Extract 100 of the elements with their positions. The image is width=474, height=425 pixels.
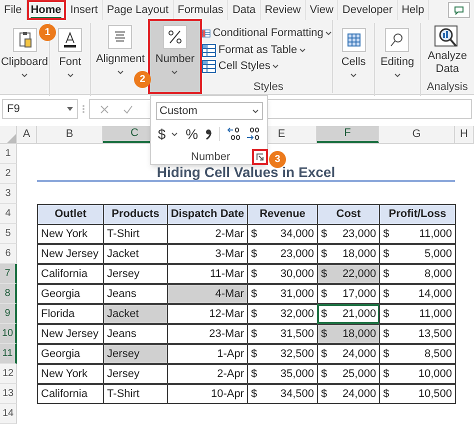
- table-cell: $ 21,000: [316, 304, 380, 324]
- column-heading: Revenue: [247, 204, 318, 225]
- row-header[interactable]: 13: [0, 384, 17, 404]
- table-cell: Jersey: [103, 344, 168, 364]
- decrease-decimal-icon[interactable]: [246, 127, 260, 141]
- comma-icon[interactable]: [205, 128, 212, 140]
- row-header[interactable]: 12: [0, 364, 17, 384]
- format-table-icon: [202, 44, 216, 56]
- number-format-select[interactable]: Custom: [156, 102, 262, 120]
- table-cell: Jeans: [103, 324, 168, 344]
- column-header[interactable]: F: [317, 126, 379, 143]
- analyze-data-button[interactable]: Analyze Data: [425, 25, 470, 76]
- table-cell: $ 34,500: [246, 384, 318, 404]
- row-header[interactable]: 1: [0, 144, 17, 164]
- ribbon-menu-button[interactable]: Format as Table: [202, 42, 332, 58]
- table-cell: Jersey: [103, 364, 168, 384]
- chevron-down-icon: [272, 64, 280, 70]
- row-header[interactable]: 11: [0, 344, 17, 364]
- table-cell: Florida: [37, 304, 104, 324]
- column-heading: Outlet: [37, 204, 104, 225]
- row-header[interactable]: 7: [0, 264, 17, 284]
- table-cell: California: [37, 264, 104, 284]
- chevron-down-icon: [325, 30, 332, 36]
- table-cell: $ 17,000: [316, 284, 380, 304]
- table-cell: $ 11,000: [379, 304, 456, 324]
- column-header[interactable]: A: [17, 126, 37, 143]
- table-cell: 4-Mar: [167, 284, 248, 304]
- grip-icon: [82, 104, 85, 114]
- row-header[interactable]: 14: [0, 404, 17, 424]
- ribbon-group-button[interactable]: Font: [52, 23, 88, 96]
- table-cell: $ 14,000: [379, 284, 456, 304]
- table-cell: $ 5,000: [379, 244, 456, 264]
- launcher-arrow-icon: [256, 153, 264, 161]
- column-heading: Dispatch Date: [167, 204, 248, 225]
- table-cell: 23-Mar: [167, 324, 248, 344]
- table-cell: $ 18,000: [316, 244, 380, 264]
- chevron-down-icon: [116, 70, 124, 75]
- table-cell: California: [37, 384, 104, 404]
- table-cell: $ 13,500: [379, 324, 456, 344]
- table-cell: New Jersey: [37, 324, 104, 344]
- table-cell: $ 31,000: [246, 284, 318, 304]
- table-cell: T-Shirt: [103, 384, 168, 404]
- table-cell: $ 32,500: [246, 344, 318, 364]
- table-cell: 3-Mar: [167, 244, 248, 264]
- table-cell: $ 25,000: [316, 364, 380, 384]
- table-cell: $ 10,000: [379, 364, 456, 384]
- row-header[interactable]: 3: [0, 184, 17, 204]
- ribbon-menu-button[interactable]: Cell Styles: [202, 58, 332, 76]
- currency-button[interactable]: $: [158, 127, 166, 141]
- dropdown-arrow-icon: [67, 107, 73, 111]
- row-header[interactable]: 2: [0, 164, 17, 184]
- ribbon-group-button[interactable]: Editing: [374, 23, 420, 96]
- table-cell: $ 30,000: [246, 264, 318, 284]
- row-header[interactable]: 4: [0, 204, 17, 224]
- table-cell: $ 24,000: [316, 384, 380, 404]
- row-header[interactable]: 5: [0, 224, 17, 244]
- chevron-down-icon: [171, 70, 178, 75]
- column-header[interactable]: G: [379, 126, 455, 143]
- check-icon: [123, 104, 133, 114]
- row-header[interactable]: 10: [0, 324, 17, 344]
- name-box[interactable]: F9: [2, 99, 78, 119]
- chevron-down-icon: [394, 73, 401, 78]
- comment-icon: [454, 6, 464, 14]
- table-cell: 11-Mar: [167, 264, 248, 284]
- increase-decimal-icon[interactable]: [227, 127, 242, 141]
- chevron-down-icon: [170, 132, 178, 136]
- ribbon-group-button[interactable]: Cells: [335, 23, 372, 96]
- comment-button[interactable]: [448, 2, 470, 18]
- table-cell: New York: [37, 224, 104, 244]
- row-header[interactable]: 8: [0, 284, 17, 304]
- step-badge: 3: [269, 151, 286, 168]
- ribbon-group-button[interactable]: Number: [149, 20, 201, 93]
- column-heading: Cost: [317, 204, 380, 225]
- step-badge: 1: [39, 24, 56, 41]
- table-cell: New York: [37, 364, 104, 384]
- column-header[interactable]: H: [455, 126, 474, 143]
- table-cell: Jacket: [103, 304, 168, 324]
- table-cell: Georgia: [37, 284, 104, 304]
- dialog-launcher-button[interactable]: [254, 151, 266, 163]
- row-header[interactable]: 9: [0, 304, 17, 324]
- chevron-down-icon: [66, 73, 74, 78]
- table-cell: $ 22,000: [316, 264, 380, 284]
- column-heading: Products: [103, 204, 168, 225]
- column-heading: Profit/Loss: [379, 204, 456, 225]
- table-cell: $ 8,000: [379, 264, 456, 284]
- table-cell: 1-Apr: [167, 344, 248, 364]
- table-cell: $ 32,000: [246, 304, 318, 324]
- group-caption: Styles: [252, 81, 284, 94]
- table-cell: 12-Mar: [167, 304, 248, 324]
- percent-button[interactable]: %: [186, 127, 198, 141]
- group-caption: Analysis: [426, 81, 468, 93]
- table-cell: $ 35,000: [246, 364, 318, 384]
- ribbon-menu-button[interactable]: Conditional Formatting: [202, 25, 332, 42]
- table-cell: Jacket: [103, 244, 168, 264]
- cancel-icon: [100, 104, 109, 114]
- table-cell: $ 31,500: [246, 324, 318, 344]
- ribbon-tab[interactable]: Home: [26, 0, 66, 20]
- table-cell: $ 10,500: [379, 384, 456, 404]
- table-cell: 2-Apr: [167, 364, 248, 384]
- table-cell: $ 24,000: [316, 344, 380, 364]
